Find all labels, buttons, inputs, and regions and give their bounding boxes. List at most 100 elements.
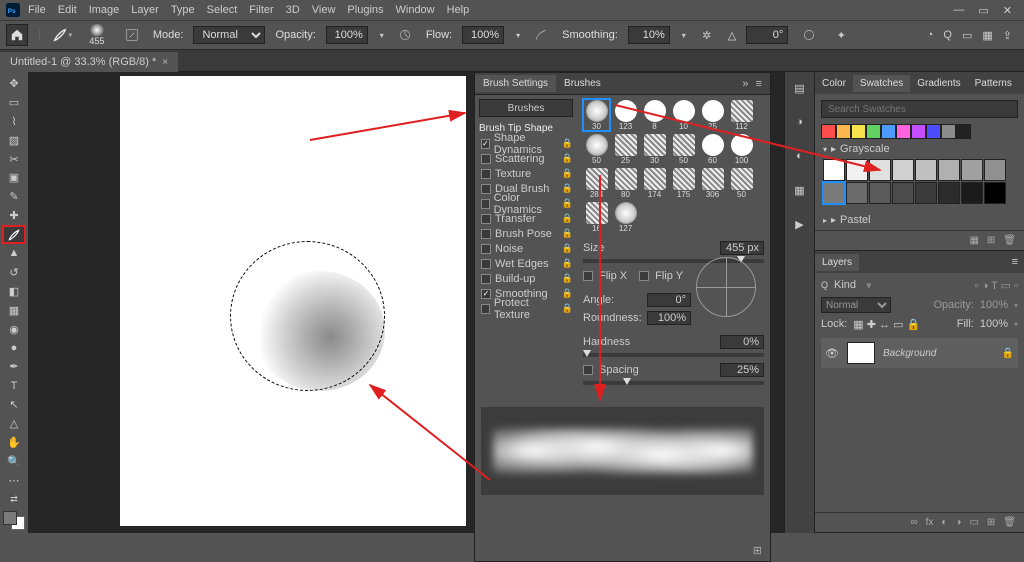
menu-select[interactable]: Select [201, 2, 244, 18]
lock-icon[interactable]: 🔒 [562, 168, 573, 179]
brush-option-protect-texture[interactable]: Protect Texture🔒 [479, 301, 573, 316]
new-swatch-icon[interactable]: ⊞ [987, 235, 995, 246]
history-panel-icon[interactable]: ▤ [790, 78, 810, 98]
folder-pastel[interactable]: ▸▸ Pastel [815, 210, 1024, 230]
brush-tip[interactable]: 16 [583, 201, 610, 233]
menu-image[interactable]: Image [83, 2, 126, 18]
menu-type[interactable]: Type [165, 2, 201, 18]
spacing-checkbox[interactable] [583, 365, 593, 375]
smoothing-options-icon[interactable]: ✲ [696, 24, 718, 46]
delete-layer-icon[interactable]: 🗑 [1003, 517, 1016, 528]
tab-color[interactable]: Color [815, 75, 853, 92]
brush-tip[interactable]: 8 [641, 99, 668, 131]
color-panel-icon[interactable]: ◑ [790, 112, 810, 132]
workspace-icon[interactable]: ▭ [962, 29, 972, 42]
crop-tool[interactable]: ✂ [3, 151, 25, 168]
close-icon[interactable]: ✕ [1003, 4, 1012, 17]
selection-tool[interactable]: ▨ [3, 132, 25, 149]
grayscale-swatch[interactable] [915, 182, 937, 204]
stamp-tool[interactable]: ▲ [3, 245, 25, 262]
lock-icon[interactable]: 🔒 [562, 273, 573, 284]
flow-value[interactable]: 100% [462, 26, 504, 44]
brush-tip[interactable]: 50 [583, 133, 610, 165]
eyedropper-tool[interactable]: ✎ [3, 188, 25, 205]
grayscale-swatch[interactable] [961, 182, 983, 204]
brush-tool[interactable] [3, 226, 25, 243]
brush-tip[interactable]: 175 [670, 167, 697, 199]
menu-window[interactable]: Window [390, 2, 441, 18]
hardness-value[interactable]: 0% [720, 335, 764, 349]
brush-tip[interactable]: 60 [699, 133, 726, 165]
menu-view[interactable]: View [306, 2, 342, 18]
close-tab-icon[interactable]: × [162, 57, 168, 68]
dodge-tool[interactable]: ● [3, 339, 25, 356]
flipy-checkbox[interactable] [639, 271, 649, 281]
layer-blend-select[interactable]: Normal [821, 297, 891, 313]
menu-edit[interactable]: Edit [52, 2, 83, 18]
brush-tip[interactable]: 25 [612, 133, 639, 165]
angle-value[interactable]: 0° [746, 26, 788, 44]
adjustments-panel-icon[interactable]: ◐ [790, 146, 810, 166]
new-layer-icon[interactable]: ⊞ [987, 517, 995, 528]
zoom-tool[interactable]: 🔍 [3, 453, 25, 470]
share-icon[interactable]: ⇪ [1003, 29, 1012, 42]
checkbox-icon[interactable] [481, 304, 490, 314]
eraser-tool[interactable]: ◧ [3, 283, 25, 300]
tab-gradients[interactable]: Gradients [910, 75, 967, 92]
delete-swatch-icon[interactable]: 🗑 [1003, 235, 1016, 246]
search-icon[interactable]: Q [943, 29, 952, 42]
layers-menu-icon[interactable]: ≡ [1006, 256, 1024, 268]
layer-opacity-value[interactable]: 100% [980, 299, 1008, 311]
brush-tip[interactable]: 306 [699, 167, 726, 199]
grayscale-swatch[interactable] [892, 159, 914, 181]
brush-tip[interactable]: 284 [583, 167, 610, 199]
cloud-docs-icon[interactable]: ◔ [927, 29, 934, 42]
marquee-tool[interactable]: ▭ [3, 94, 25, 111]
grayscale-swatch[interactable] [823, 159, 845, 181]
lock-icon[interactable]: 🔒 [562, 183, 573, 194]
more-tools[interactable]: ⋯ [3, 472, 25, 489]
panel-menu-icon[interactable]: ≡ [1019, 77, 1024, 89]
grayscale-swatch[interactable] [869, 182, 891, 204]
hand-tool[interactable]: ✋ [3, 434, 25, 451]
frame-tool[interactable]: ▣ [3, 169, 25, 186]
smoothing-value[interactable]: 10% [628, 26, 670, 44]
brush-tip[interactable]: 174 [641, 167, 668, 199]
tab-layers[interactable]: Layers [815, 254, 859, 271]
pressure-opacity-icon[interactable] [394, 24, 416, 46]
grayscale-swatch[interactable] [938, 182, 960, 204]
menu-3d[interactable]: 3D [280, 2, 306, 18]
flipx-checkbox[interactable] [583, 271, 593, 281]
tab-patterns[interactable]: Patterns [968, 75, 1019, 92]
brush-option-brush-pose[interactable]: Brush Pose🔒 [479, 226, 573, 241]
brush-preset-picker[interactable]: 455 [83, 24, 111, 46]
lock-icon[interactable]: 🔒 [562, 213, 573, 224]
brush-tool-icon[interactable]: ▾ [51, 24, 73, 46]
maximize-icon[interactable]: ▭ [978, 4, 988, 17]
grayscale-swatch[interactable] [984, 182, 1006, 204]
menu-file[interactable]: File [22, 2, 52, 18]
grayscale-swatch[interactable] [823, 182, 845, 204]
actions-panel-icon[interactable]: ▶ [790, 214, 810, 234]
move-tool[interactable]: ✥ [3, 75, 25, 92]
path-tool[interactable]: ↖ [3, 396, 25, 413]
swap-colors-icon[interactable]: ⇄ [3, 491, 25, 508]
arrange-icon[interactable]: ▦ [982, 29, 992, 42]
grayscale-swatch[interactable] [846, 182, 868, 204]
brush-tip[interactable]: 123 [612, 99, 639, 131]
spacing-value[interactable]: 25% [720, 363, 764, 377]
checkbox-icon[interactable] [481, 289, 491, 299]
lock-icon[interactable]: 🔒 [562, 228, 573, 239]
swatch[interactable] [926, 124, 941, 139]
checkbox-icon[interactable] [481, 244, 491, 254]
document-tab[interactable]: Untitled-1 @ 33.3% (RGB/8) * × [0, 52, 178, 72]
type-tool[interactable]: T [3, 377, 25, 394]
tab-swatches[interactable]: Swatches [853, 75, 910, 92]
brushes-button[interactable]: Brushes [479, 99, 573, 117]
folder-grayscale[interactable]: ▾▸ Grayscale [815, 139, 1024, 159]
brush-tip[interactable]: 30 [641, 133, 668, 165]
lock-icon[interactable]: 🔒 [562, 138, 573, 149]
grayscale-swatch[interactable] [869, 159, 891, 181]
healing-tool[interactable]: ✚ [3, 207, 25, 224]
home-button[interactable] [6, 24, 28, 46]
